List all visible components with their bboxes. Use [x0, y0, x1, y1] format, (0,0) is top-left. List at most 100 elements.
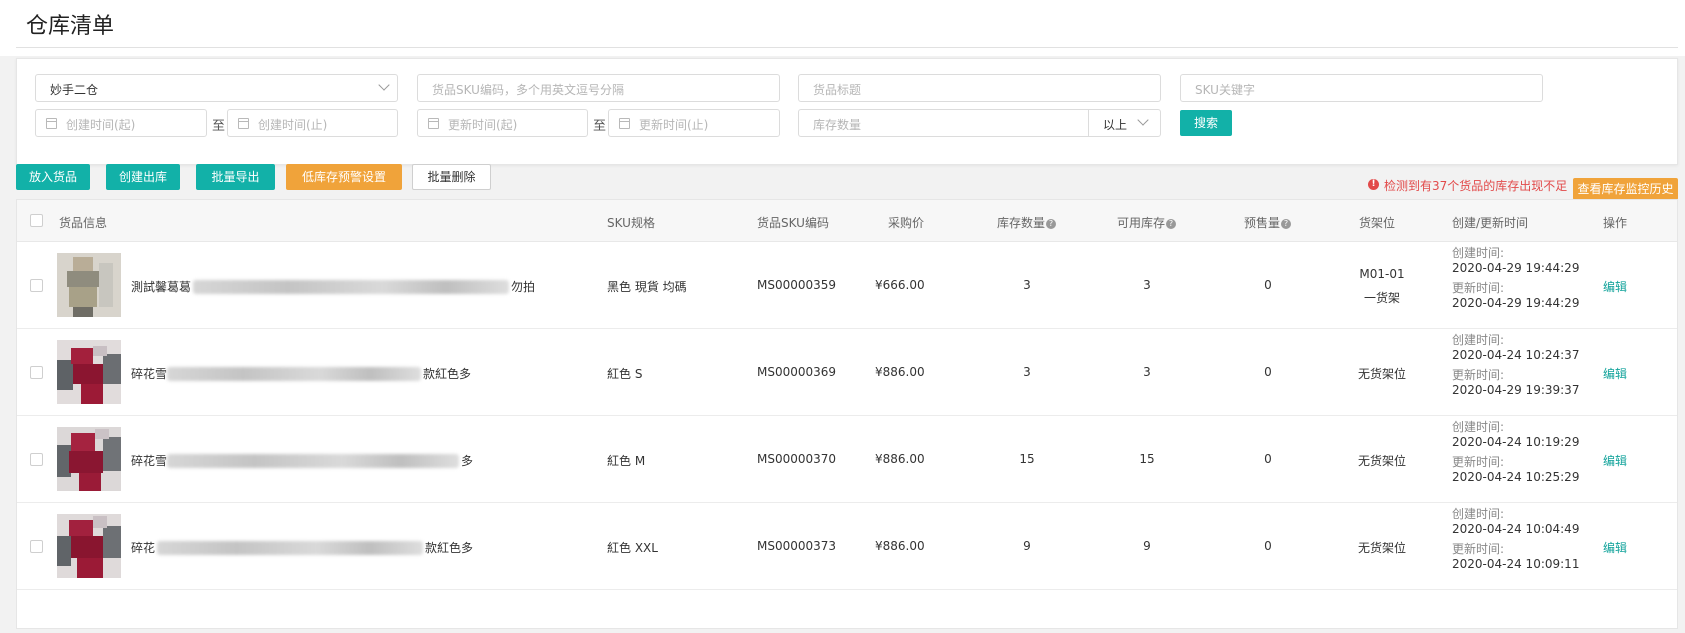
product-name-suffix: 款紅色多: [425, 541, 474, 555]
col-presale: 预售量?: [1244, 214, 1292, 231]
warehouse-select-value: 妙手二仓: [50, 83, 99, 97]
create-outbound-button[interactable]: 创建出库: [106, 164, 180, 190]
created-from-input[interactable]: 创建时间(起): [35, 109, 207, 137]
search-button[interactable]: 搜索: [1180, 110, 1232, 136]
presale-qty: 0: [1264, 365, 1272, 379]
calendar-icon: [619, 118, 630, 129]
col-sku: 货品SKU编码: [757, 216, 829, 230]
batch-export-button[interactable]: 批量导出: [196, 164, 275, 190]
help-icon[interactable]: ?: [1166, 219, 1177, 229]
available-qty: 15: [1139, 452, 1155, 466]
row-checkbox[interactable]: [30, 279, 43, 292]
stock-qty: 3: [1023, 365, 1031, 379]
stock-op-value: 以上: [1103, 118, 1128, 132]
created-time: 2020-04-24 10:04:49: [1452, 522, 1580, 536]
warehouse-select[interactable]: 妙手二仓: [35, 74, 398, 102]
updated-time: 2020-04-29 19:39:37: [1452, 383, 1580, 397]
shelf-location-name: 一货架: [1363, 291, 1400, 305]
product-name: 碎花雪 款紅色多: [131, 365, 551, 383]
updated-from-placeholder: 更新时间(起): [448, 118, 518, 132]
warning-icon: !: [1368, 179, 1379, 190]
product-thumbnail: [57, 253, 121, 317]
updated-from-input[interactable]: 更新时间(起): [417, 109, 588, 137]
table-row: 測試馨葛葛 勿拍 黑色 現貨 均碼 MS00000359 ¥666.00 3 3…: [17, 242, 1677, 329]
shelf-location: 无货架位: [1357, 454, 1406, 468]
presale-qty: 0: [1264, 452, 1272, 466]
range-separator: 至: [212, 119, 226, 134]
monitor-history-button[interactable]: 查看库存监控历史: [1573, 178, 1678, 200]
stock-qty-placeholder: 库存数量: [813, 118, 862, 132]
created-time: 2020-04-24 10:19:29: [1452, 435, 1580, 449]
row-checkbox[interactable]: [30, 540, 43, 553]
sku-code: MS00000373: [757, 539, 837, 553]
inventory-table: 货品信息 SKU规格 货品SKU编码 采购价 库存数量? 可用库存? 预售量? …: [16, 199, 1678, 629]
low-stock-warning: 检测到有37个货品的库存出现不足: [1384, 179, 1568, 193]
sku-keyword-placeholder: SKU关键字: [1195, 83, 1255, 97]
title-placeholder: 货品标题: [813, 83, 862, 97]
edit-link[interactable]: 编辑: [1603, 365, 1627, 382]
stock-qty: 9: [1023, 539, 1031, 553]
page-title: 仓库清单: [26, 14, 115, 39]
product-name-prefix: 碎花雪: [131, 454, 168, 468]
updated-time: 2020-04-24 10:25:29: [1452, 470, 1580, 484]
calendar-icon: [46, 118, 57, 129]
shelf-location: 无货架位: [1357, 367, 1406, 381]
sku-code: MS00000369: [757, 365, 837, 379]
table-row: 碎花雪 多 紅色 M MS00000370 ¥886.00 15 15 0 无货…: [17, 416, 1677, 503]
sku-code-input[interactable]: 货品SKU编码，多个用英文逗号分隔: [417, 74, 780, 102]
low-stock-alert-button[interactable]: 低库存预警设置: [286, 164, 402, 190]
filter-panel: 妙手二仓 货品SKU编码，多个用英文逗号分隔 货品标题 SKU关键字 创建时间(…: [16, 58, 1678, 165]
created-label: 创建时间:: [1452, 507, 1505, 521]
col-stock-label: 库存数量: [997, 216, 1046, 230]
page-header: 仓库清单: [16, 0, 1678, 48]
stock-qty-input[interactable]: 库存数量 以上: [798, 109, 1161, 137]
sku-spec: 紅色 XXL: [607, 541, 658, 555]
redacted-text: [167, 367, 421, 381]
created-time: 2020-04-24 10:24:37: [1452, 348, 1580, 362]
product-name-suffix: 款紅色多: [423, 367, 472, 381]
edit-link[interactable]: 编辑: [1603, 452, 1627, 469]
chevron-down-icon: [378, 79, 390, 91]
col-spec: SKU规格: [607, 216, 655, 230]
table-row: 碎花 款紅色多 紅色 XXL MS00000373 ¥886.00 9 9 0 …: [17, 503, 1677, 590]
updated-label: 更新时间:: [1452, 455, 1505, 469]
stock-qty: 15: [1019, 452, 1035, 466]
product-name: 碎花雪 多: [131, 452, 551, 470]
sku-keyword-input[interactable]: SKU关键字: [1180, 74, 1543, 102]
updated-label: 更新时间:: [1452, 281, 1505, 295]
redacted-text: [157, 541, 423, 555]
edit-link[interactable]: 编辑: [1603, 539, 1627, 556]
edit-link[interactable]: 编辑: [1603, 278, 1627, 295]
stock-qty: 3: [1023, 278, 1031, 292]
product-name-suffix: 多: [461, 454, 474, 468]
title-input[interactable]: 货品标题: [798, 74, 1161, 102]
updated-to-input[interactable]: 更新时间(止): [608, 109, 780, 137]
col-shelf: 货架位: [1359, 216, 1396, 230]
select-all-checkbox[interactable]: [30, 214, 43, 227]
row-checkbox[interactable]: [30, 366, 43, 379]
redacted-text: [193, 280, 509, 294]
chevron-down-icon: [1137, 114, 1149, 126]
stock-op-select[interactable]: 以上: [1088, 110, 1160, 136]
created-label: 创建时间:: [1452, 420, 1505, 434]
created-to-placeholder: 创建时间(止): [258, 118, 328, 132]
available-qty: 3: [1143, 278, 1151, 292]
redacted-text: [167, 454, 459, 468]
row-checkbox[interactable]: [30, 453, 43, 466]
put-in-goods-button[interactable]: 放入货品: [16, 164, 90, 190]
purchase-price: ¥666.00: [875, 278, 925, 292]
product-name-prefix: 測試馨葛葛: [131, 280, 192, 294]
help-icon[interactable]: ?: [1281, 219, 1292, 229]
available-qty: 3: [1143, 365, 1151, 379]
col-available: 可用库存?: [1117, 214, 1177, 231]
col-info: 货品信息: [59, 216, 108, 230]
help-icon[interactable]: ?: [1046, 219, 1057, 229]
created-to-input[interactable]: 创建时间(止): [227, 109, 398, 137]
product-thumbnail: [57, 514, 121, 578]
batch-delete-button[interactable]: 批量删除: [412, 164, 491, 190]
range-separator: 至: [593, 119, 607, 134]
purchase-price: ¥886.00: [875, 452, 925, 466]
table-row: 碎花雪 款紅色多 紅色 S MS00000369 ¥886.00 3 3 0 无…: [17, 329, 1677, 416]
presale-qty: 0: [1264, 278, 1272, 292]
sku-code: MS00000370: [757, 452, 837, 466]
